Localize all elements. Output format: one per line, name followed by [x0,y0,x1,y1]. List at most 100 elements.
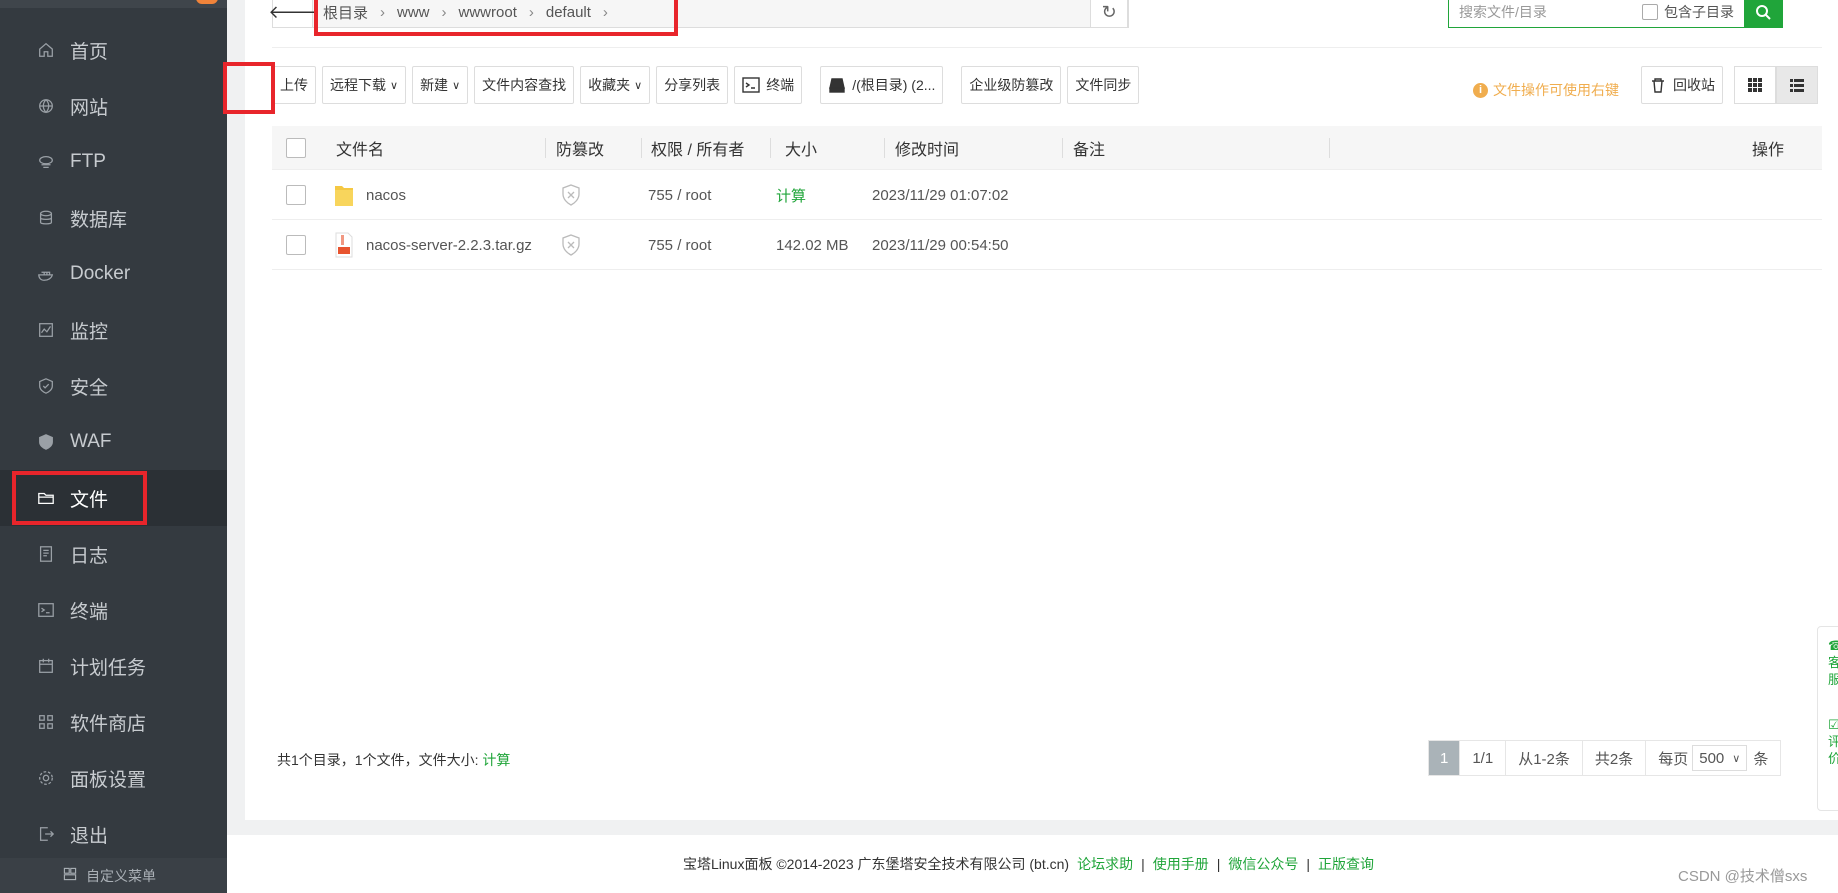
manual-link[interactable]: 使用手册 [1153,854,1209,874]
forum-link[interactable]: 论坛求助 [1077,854,1133,874]
perm-cell[interactable]: 755 / root [648,220,711,270]
list-view-button[interactable] [1776,66,1818,104]
col-perm-label: 权限 / 所有者 [651,142,745,159]
log-icon [36,544,56,564]
name-cell[interactable]: nacos [334,170,406,220]
perm-cell[interactable]: 755 / root [648,170,711,220]
page-range: 从1-2条 [1506,741,1583,775]
size-calc-link[interactable]: 计算 [776,170,806,220]
col-divider [641,138,642,158]
custom-menu-icon [62,866,86,885]
search-button[interactable] [1744,0,1782,27]
disk-button[interactable]: /(根目录) (2... [820,66,944,104]
sidebar-item-docker[interactable]: Docker [0,246,227,302]
file-name[interactable]: nacos [366,187,406,204]
sidebar-item-label: WAF [70,431,112,452]
recycle-bin-button[interactable]: 回收站 [1641,66,1723,104]
sidebar-item-security[interactable]: 安全 [0,358,227,414]
per-page-select[interactable]: 500 ∨ [1692,745,1748,771]
globe-icon [36,96,56,116]
sidebar-item-database[interactable]: 数据库 [0,190,227,246]
file-sync-button[interactable]: 文件同步 [1067,66,1140,104]
select-all-checkbox[interactable] [286,138,306,158]
right-click-tip: i 文件操作可使用右键 [1473,80,1619,100]
sidebar-item-settings[interactable]: 面板设置 [0,750,227,806]
sidebar-item-label: 数据库 [70,209,128,231]
sidebar-item-logs[interactable]: 日志 [0,526,227,582]
sidebar-item-home[interactable]: 首页 [0,22,227,78]
table-row[interactable]: nacos 755 / root 计算 2023/11/29 01:07:02 [272,170,1822,220]
page-current[interactable]: 1 [1429,741,1461,775]
link-separator: | [1141,856,1145,872]
monitor-icon [36,320,56,340]
sidebar-custom-menu[interactable]: 自定义菜单 [0,858,227,893]
path-bar[interactable]: 🡐 根目录 › www › wwwroot › default › [268,0,1129,28]
terminal-icon [36,600,56,620]
sidebar-item-files[interactable]: 文件 [0,470,227,526]
crumb-www[interactable]: www [397,4,430,21]
sidebar-item-label: 面板设置 [70,769,147,791]
sidebar-item-label: 网站 [70,97,109,119]
content-search-button[interactable]: 文件内容查找 [474,66,575,104]
shield-off-icon [562,234,580,256]
search-input[interactable]: 搜索文件/目录 [1449,2,1642,22]
sidebar-item-terminal[interactable]: 终端 [0,582,227,638]
share-list-button[interactable]: 分享列表 [656,66,729,104]
col-size[interactable]: 大小 [785,126,885,170]
favorites-button[interactable]: 收藏夹 ∨ [580,66,651,104]
terminal-button[interactable]: 终端 [734,66,803,104]
wechat-link[interactable]: 微信公众号 [1228,854,1298,874]
refresh-button[interactable]: ↻ [1090,0,1128,28]
sidebar-item-label: 监控 [70,321,109,343]
col-mtime[interactable]: 修改时间 [895,126,1063,170]
sidebar-item-store[interactable]: 软件商店 [0,694,227,750]
crumb-root[interactable]: 根目录 [323,2,368,23]
watermark: CSDN @技术僧sxs [1678,868,1808,885]
sidebar-top [0,0,227,8]
col-mtime-label: 修改时间 [895,142,960,159]
select-all-cell [286,126,306,170]
sidebar-nav: 首页 网站 FTP 数据库 Docker 监控 安全 WAF 文件 日志 终端 … [0,22,227,862]
custom-menu-label: 自定义菜单 [86,867,156,884]
info-icon: i [1473,82,1488,98]
row-checkbox[interactable] [286,185,306,205]
sidebar-item-cron[interactable]: 计划任务 [0,638,227,694]
include-subdir-label: 包含子目录 [1664,4,1734,20]
crumb-default[interactable]: default [546,4,591,21]
row-checkbox[interactable] [286,235,306,255]
remote-download-label: 远程下载 [330,77,386,93]
per-page-label: 每页 [1658,750,1689,768]
tamper-cell[interactable] [560,220,582,270]
name-cell[interactable]: nacos-server-2.2.3.tar.gz [334,220,532,270]
summary: 共1个目录，1个文件，文件大小: 计算 [277,750,510,770]
apps-icon [36,712,56,732]
tamper-cell[interactable] [560,170,582,220]
sidebar-item-logout[interactable]: 退出 [0,806,227,862]
service-label: 客服 [1828,655,1838,687]
file-manager-panel: 🡐 根目录 › www › wwwroot › default › ↻ 搜索文件… [223,0,1838,820]
crumb-wwwroot[interactable]: wwwroot [459,4,517,21]
upload-button[interactable]: 上传 [272,66,316,104]
remote-download-button[interactable]: 远程下载 ∨ [322,66,407,104]
sidebar-item-waf[interactable]: WAF [0,414,227,470]
back-button[interactable]: 🡐 [268,0,317,27]
grid-view-button[interactable] [1734,66,1776,104]
sidebar-item-monitor[interactable]: 监控 [0,302,227,358]
per-page-unit: 条 [1753,750,1769,768]
include-subdir-checkbox[interactable]: 包含子目录 [1642,2,1734,22]
summary-calc-link[interactable]: 计算 [482,752,510,768]
floating-service-panel[interactable]: ☎ 客服 ☑ 评价 [1817,626,1838,811]
sidebar-item-ftp[interactable]: FTP [0,134,227,190]
sidebar-item-website[interactable]: 网站 [0,78,227,134]
license-link[interactable]: 正版查询 [1318,854,1374,874]
mtime-cell: 2023/11/29 01:07:02 [872,186,1009,204]
logout-icon [36,824,56,844]
view-toggle [1734,66,1818,104]
new-button[interactable]: 新建 ∨ [412,66,469,104]
mtime-cell: 2023/11/29 00:54:50 [872,236,1009,254]
table-row[interactable]: nacos-server-2.2.3.tar.gz 755 / root 142… [272,220,1822,270]
col-name[interactable]: 文件名 [336,126,546,170]
file-name[interactable]: nacos-server-2.2.3.tar.gz [366,237,532,254]
sidebar-item-label: 文件 [70,489,109,511]
tamper-button[interactable]: 企业级防篡改 [961,66,1062,104]
